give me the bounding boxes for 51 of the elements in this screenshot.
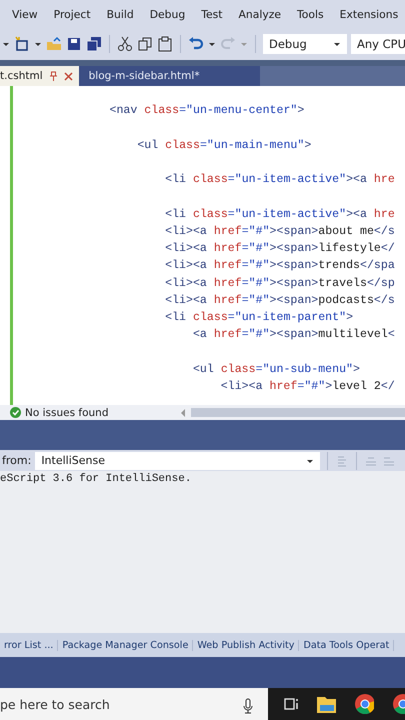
task-view-icon[interactable]	[284, 696, 298, 712]
code-line: <nav class="un-menu-center">	[108, 103, 306, 119]
scrollbar[interactable]	[190, 408, 405, 417]
undo-icon[interactable]	[188, 36, 204, 52]
menu-item[interactable]: Test	[201, 8, 222, 20]
code-line: <ul class="un-sub-menu">	[192, 362, 361, 378]
check-icon	[10, 407, 21, 418]
panel-tab[interactable]: Data Tools Operat	[299, 640, 394, 650]
menu-item[interactable]: Project	[54, 8, 91, 20]
code-line: <a href="#"><span>multilevel<	[192, 327, 395, 344]
code-line: <li class="un-item-active"><a hre	[164, 206, 395, 222]
code-line: <li><a href="#">level 2</	[220, 379, 395, 395]
file-tab[interactable]: t.cshtml	[0, 66, 79, 86]
panel-tab[interactable]: Package Manager Console	[58, 640, 194, 650]
source-dropdown[interactable]: IntelliSense	[35, 452, 320, 470]
menu-item[interactable]: Build	[106, 8, 134, 20]
code-line: <li class="un-item-active"><a hre	[164, 172, 395, 188]
panel-tab[interactable]: Web Publish Activity	[193, 640, 300, 650]
code-line: <li><a href="#"><span>trends</spa	[164, 258, 395, 274]
code-line: <li><a href="#"><span>about me</s	[164, 224, 395, 240]
folder-icon[interactable]	[316, 694, 336, 714]
microphone-icon[interactable]	[243, 698, 253, 714]
new-project-icon[interactable]	[14, 36, 30, 52]
file-tab[interactable]: blog-m-sidebar.html*	[78, 66, 260, 86]
caret-icon	[333, 40, 341, 48]
code-line: <li><a href="#"><span>lifestyle</	[164, 241, 395, 257]
menu-item[interactable]: Extensions	[340, 8, 398, 20]
browser-icon[interactable]	[354, 693, 374, 715]
panel-tab[interactable]: rror List ...	[0, 640, 58, 650]
save-all-icon[interactable]	[86, 36, 102, 52]
code-line: <li><a href="#"><span>travels</sp	[164, 276, 395, 292]
menu-item[interactable]: Analyze	[238, 8, 282, 20]
close-icon[interactable]	[64, 72, 73, 80]
code-line: <li class="un-item-parent">	[164, 310, 354, 326]
paste-icon[interactable]	[157, 36, 173, 52]
menu-item[interactable]: View	[12, 8, 38, 20]
search-field[interactable]: pe here to search	[0, 688, 268, 720]
menu-item[interactable]: Debug	[150, 8, 186, 20]
configuration-dropdown[interactable]: Debug	[263, 34, 347, 54]
copy-icon[interactable]	[137, 36, 153, 52]
code-line: <li><a href="#"><span>podcasts</s	[164, 292, 395, 309]
pin-icon[interactable]	[48, 71, 58, 81]
save-icon[interactable]	[66, 36, 82, 52]
output-label: from:	[1, 454, 32, 467]
scissors-icon[interactable]	[117, 36, 133, 52]
menu-item[interactable]: Tools	[297, 8, 324, 20]
browser-icon[interactable]	[392, 693, 405, 715]
output-text: eScript 3.6 for IntelliSense.	[0, 472, 192, 485]
code-line: <ul class="un-main-menu">	[136, 138, 312, 154]
status-text: No issues found	[25, 406, 108, 418]
platform-dropdown[interactable]: Any CPU	[351, 34, 405, 54]
